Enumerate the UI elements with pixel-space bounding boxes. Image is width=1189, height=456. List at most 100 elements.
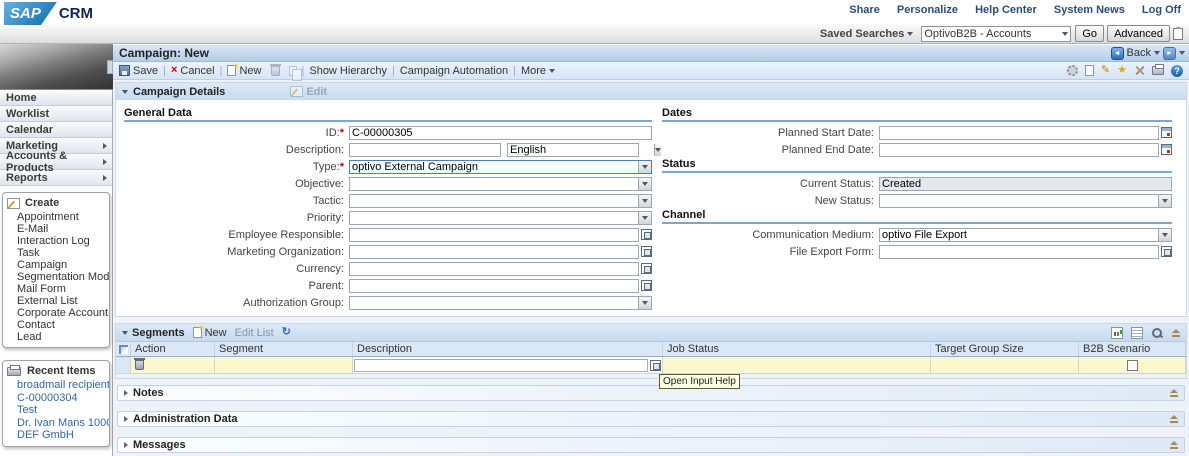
recent-item[interactable]: DEF GmbH: [3, 429, 109, 442]
marketing-organization-input[interactable]: [349, 244, 639, 259]
settings-gear-icon[interactable]: [1066, 65, 1078, 76]
forward-history-chevron-icon[interactable]: [1179, 51, 1185, 55]
language-select[interactable]: [507, 142, 661, 157]
column-header-job-status[interactable]: Job Status: [663, 342, 931, 356]
tactic-select[interactable]: [349, 193, 652, 208]
delete-row-icon[interactable]: [134, 358, 145, 370]
new-status-select[interactable]: [879, 193, 1172, 208]
create-item-email[interactable]: E-Mail: [3, 223, 109, 235]
create-item-contact[interactable]: Contact: [3, 319, 109, 331]
collapse-panel-icon[interactable]: [1169, 415, 1178, 423]
segments-new-button[interactable]: New: [192, 327, 227, 339]
campaign-automation-button[interactable]: Campaign Automation: [400, 65, 508, 77]
cancel-button[interactable]: × Cancel: [171, 65, 215, 77]
planned-start-date-input[interactable]: [879, 125, 1159, 140]
sidebar-item-worklist[interactable]: Worklist: [0, 106, 112, 122]
dropdown-arrow-icon[interactable]: [638, 211, 651, 224]
search-help-icon[interactable]: [1151, 327, 1163, 339]
collapse-panel-icon[interactable]: [1169, 441, 1178, 449]
help-icon[interactable]: ?: [1171, 64, 1183, 77]
campaign-details-header[interactable]: Campaign Details Edit: [116, 83, 1186, 100]
clipboard-icon[interactable]: [1173, 26, 1183, 40]
refresh-icon[interactable]: ↻: [282, 327, 291, 338]
messages-section-bar[interactable]: Messages: [117, 437, 1185, 453]
link-help-center[interactable]: Help Center: [975, 4, 1037, 16]
go-button[interactable]: Go: [1075, 25, 1105, 42]
create-item-lead[interactable]: Lead: [3, 331, 109, 343]
dropdown-arrow-icon[interactable]: [638, 296, 651, 309]
tactic-value[interactable]: [350, 194, 638, 207]
priority-value[interactable]: [350, 211, 638, 224]
advanced-button[interactable]: Advanced: [1107, 25, 1170, 42]
column-header-target-group-size[interactable]: Target Group Size: [931, 342, 1079, 356]
recent-item[interactable]: broadmail recipients: [3, 379, 109, 392]
link-system-news[interactable]: System News: [1054, 4, 1125, 16]
dropdown-arrow-icon[interactable]: [638, 194, 651, 207]
communication-medium-select[interactable]: [879, 227, 1172, 242]
input-help-icon[interactable]: [641, 229, 652, 240]
parent-input[interactable]: [349, 278, 639, 293]
create-item-mail-form[interactable]: Mail Form: [3, 283, 109, 295]
chart-view-icon[interactable]: [1111, 326, 1123, 339]
dropdown-arrow-icon[interactable]: [1158, 228, 1171, 241]
recent-item[interactable]: Dr. Ivan Mans 1000...: [3, 417, 109, 430]
new-status-value[interactable]: [880, 194, 1158, 207]
link-log-off[interactable]: Log Off: [1142, 4, 1181, 16]
b2b-scenario-checkbox[interactable]: [1126, 359, 1138, 371]
create-item-campaign[interactable]: Campaign: [3, 259, 109, 271]
employee-responsible-input[interactable]: [349, 227, 639, 242]
sidebar-item-accounts-products[interactable]: Accounts & Products: [0, 150, 112, 174]
show-hierarchy-button[interactable]: Show Hierarchy: [309, 65, 387, 77]
favorites-star-icon[interactable]: ★: [1117, 65, 1127, 76]
calendar-icon[interactable]: [1161, 127, 1172, 138]
saved-search-select[interactable]: OptivoB2B - Accounts: [921, 25, 1072, 42]
save-button[interactable]: Save: [119, 65, 158, 77]
back-icon[interactable]: ◄: [1110, 46, 1124, 60]
recent-item[interactable]: Test: [3, 404, 109, 417]
dropdown-arrow-icon[interactable]: [638, 177, 651, 190]
create-item-corporate-account[interactable]: Corporate Account: [3, 307, 109, 319]
column-header-action[interactable]: Action: [131, 342, 215, 356]
input-help-icon[interactable]: [1161, 246, 1172, 257]
input-help-icon[interactable]: [641, 280, 652, 291]
planned-end-date-input[interactable]: [879, 142, 1159, 157]
administration-data-section-bar[interactable]: Administration Data: [117, 411, 1185, 427]
print-icon[interactable]: [1152, 64, 1164, 75]
column-header-description[interactable]: Description: [353, 342, 663, 356]
forward-icon[interactable]: ►: [1163, 46, 1176, 60]
recent-item[interactable]: C-00000304: [3, 392, 109, 405]
segments-collapse[interactable]: Segments: [122, 327, 185, 339]
sidebar-item-home[interactable]: Home: [0, 90, 112, 106]
objective-select[interactable]: [349, 176, 652, 191]
description-input[interactable]: [349, 142, 501, 157]
link-share[interactable]: Share: [849, 4, 880, 16]
objective-value[interactable]: [350, 177, 638, 190]
column-header-segment[interactable]: Segment: [215, 342, 353, 356]
saved-searches-menu[interactable]: Saved Searches: [820, 28, 914, 40]
id-input[interactable]: [349, 125, 652, 140]
type-value[interactable]: [350, 160, 638, 173]
authorization-group-select[interactable]: [349, 295, 652, 310]
authorization-group-value[interactable]: [350, 296, 638, 309]
input-help-icon[interactable]: [641, 246, 652, 257]
create-item-interaction-log[interactable]: Interaction Log: [3, 235, 109, 247]
dropdown-arrow-icon[interactable]: [1158, 194, 1171, 207]
priority-select[interactable]: [349, 210, 652, 225]
collapse-panel-icon[interactable]: [1169, 389, 1178, 397]
communication-medium-value[interactable]: [880, 228, 1158, 241]
link-personalize[interactable]: Personalize: [897, 4, 958, 16]
row-description-input[interactable]: [354, 358, 648, 372]
tools-icon[interactable]: [1134, 65, 1145, 76]
create-item-external-list[interactable]: External List: [3, 295, 109, 307]
currency-input[interactable]: [349, 261, 639, 276]
dropdown-arrow-icon[interactable]: [654, 143, 661, 156]
type-select[interactable]: [349, 159, 652, 174]
row-selector-cell[interactable]: [116, 357, 131, 374]
new-button[interactable]: New: [227, 65, 262, 77]
row-target-group-size-cell[interactable]: [931, 357, 1079, 374]
row-segment-cell[interactable]: [215, 357, 353, 374]
calendar-icon[interactable]: [1161, 144, 1172, 155]
collapse-panel-icon[interactable]: [1171, 328, 1180, 337]
pen-icon[interactable]: ✎: [1101, 65, 1110, 76]
input-help-icon[interactable]: [641, 263, 652, 274]
